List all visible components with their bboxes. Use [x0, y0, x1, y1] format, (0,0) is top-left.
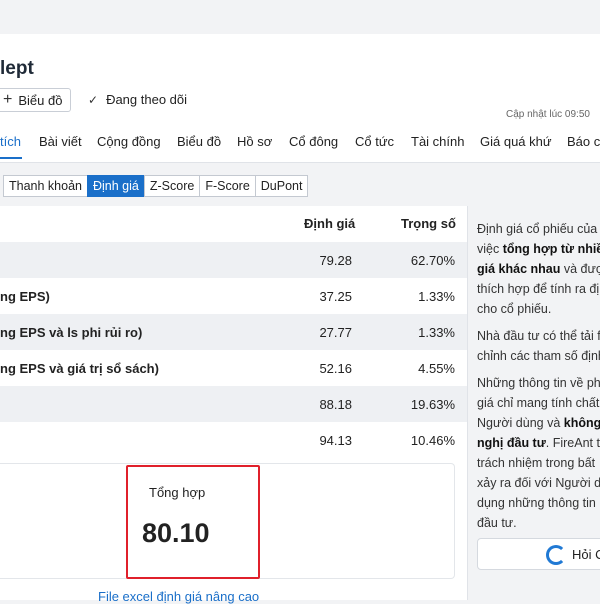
subtab-z-score[interactable]: Z-Score [143, 175, 201, 197]
summary-label: Tổng hợp [149, 485, 206, 500]
row-weight: 62.70% [410, 253, 455, 268]
row-label: ng EPS và ls phi rủi ro) [0, 325, 143, 340]
note-line: trách nhiệm trong bất [477, 456, 596, 470]
row-weight: 1.33% [418, 289, 455, 304]
row-weight: 19.63% [410, 397, 455, 412]
note-line: chỉnh các tham số định [477, 349, 600, 363]
main-tabs: tích Bài viết Cộng đồng Biểu đồ Hồ sơ Cổ… [0, 130, 600, 162]
tab-profile[interactable]: Hồ sơ [237, 134, 272, 149]
row-weight: 1.33% [418, 325, 455, 340]
note-line: Người dùng và không [477, 416, 600, 430]
row-label: ng EPS) [0, 289, 50, 304]
column-header-value: Định giá [304, 216, 356, 231]
tab-analysis[interactable]: tích [0, 134, 21, 149]
row-value: 79.28 [319, 253, 352, 268]
subtab-liquidity[interactable]: Thanh khoản [3, 175, 88, 197]
tab-reports[interactable]: Báo c [567, 134, 600, 149]
row-value: 52.16 [319, 361, 352, 376]
follow-button[interactable]: ✓ Đang theo dõi [88, 92, 187, 107]
note-line: Nhà đầu tư có thể tải f [477, 329, 600, 343]
active-tab-indicator [0, 157, 22, 159]
subtab-valuation[interactable]: Định giá [86, 175, 145, 197]
table-row: 79.28 62.70% [0, 242, 467, 278]
table-row: 94.13 10.46% [0, 422, 467, 458]
tab-community[interactable]: Cộng đồng [97, 134, 161, 149]
row-value: 88.18 [319, 397, 352, 412]
note-line: xảy ra đối với Người d [477, 476, 600, 490]
note-line: giá khác nhau và được [477, 262, 600, 276]
note-line: việc tổng hợp từ nhiề [477, 242, 600, 256]
tab-dividends[interactable]: Cổ tức [355, 134, 394, 149]
row-weight: 4.55% [418, 361, 455, 376]
row-value: 94.13 [319, 433, 352, 448]
top-bar [0, 0, 600, 34]
excel-valuation-link[interactable]: File excel định giá nâng cao [98, 589, 259, 604]
follow-label: Đang theo dõi [106, 92, 188, 107]
note-line: Những thông tin về ph [477, 376, 600, 390]
fireant-logo-icon [546, 545, 566, 565]
row-label: ng EPS và giá trị sổ sách) [0, 361, 159, 376]
tab-posts[interactable]: Bài viết [39, 134, 82, 149]
check-icon: ✓ [88, 92, 99, 107]
table-row: ng EPS và giá trị sổ sách) 52.16 4.55% [0, 350, 467, 386]
chart-button-label: Biểu đồ [18, 92, 63, 108]
column-header-weight: Trọng số [401, 216, 456, 231]
note-line: cho cổ phiếu. [477, 302, 552, 316]
note-line: giá chỉ mang tính chất [477, 396, 600, 410]
chart-button[interactable]: + Biểu đồ [0, 88, 72, 112]
note-line: đầu tư. [477, 516, 517, 530]
row-weight: 10.46% [410, 433, 455, 448]
note-line: dụng những thông tin [477, 496, 596, 510]
table-row: ng EPS và ls phi rủi ro) 27.77 1.33% [0, 314, 467, 350]
note-line: Định giá cổ phiếu của [477, 222, 598, 236]
note-line: thích hợp để tính ra đị [477, 282, 600, 296]
tab-shareholders[interactable]: Cổ đông [289, 134, 338, 149]
table-row: 88.18 19.63% [0, 386, 467, 422]
subtab-f-score[interactable]: F-Score [199, 175, 256, 197]
table-row: ng EPS) 37.25 1.33% [0, 278, 467, 314]
page-title: lept [0, 58, 34, 79]
tab-chart[interactable]: Biểu đồ [177, 134, 221, 149]
row-value: 27.77 [319, 325, 352, 340]
ask-button-label: Hỏi C [572, 547, 600, 562]
note-line: nghị đầu tư. FireAnt t [477, 436, 600, 450]
tab-price-history[interactable]: Giá quá khứ [480, 134, 552, 149]
row-value: 37.25 [319, 289, 352, 304]
tab-financials[interactable]: Tài chính [411, 134, 464, 149]
ask-button[interactable]: Hỏi C [477, 538, 600, 570]
subtab-dupont[interactable]: DuPont [254, 175, 309, 197]
plus-icon: + [3, 91, 13, 108]
summary-value: 80.10 [142, 518, 210, 548]
analysis-subtabs: Thanh khoản Định giá Z-Score F-Score DuP… [3, 175, 309, 197]
updated-timestamp: Cập nhật lúc 09:50 [506, 109, 590, 120]
